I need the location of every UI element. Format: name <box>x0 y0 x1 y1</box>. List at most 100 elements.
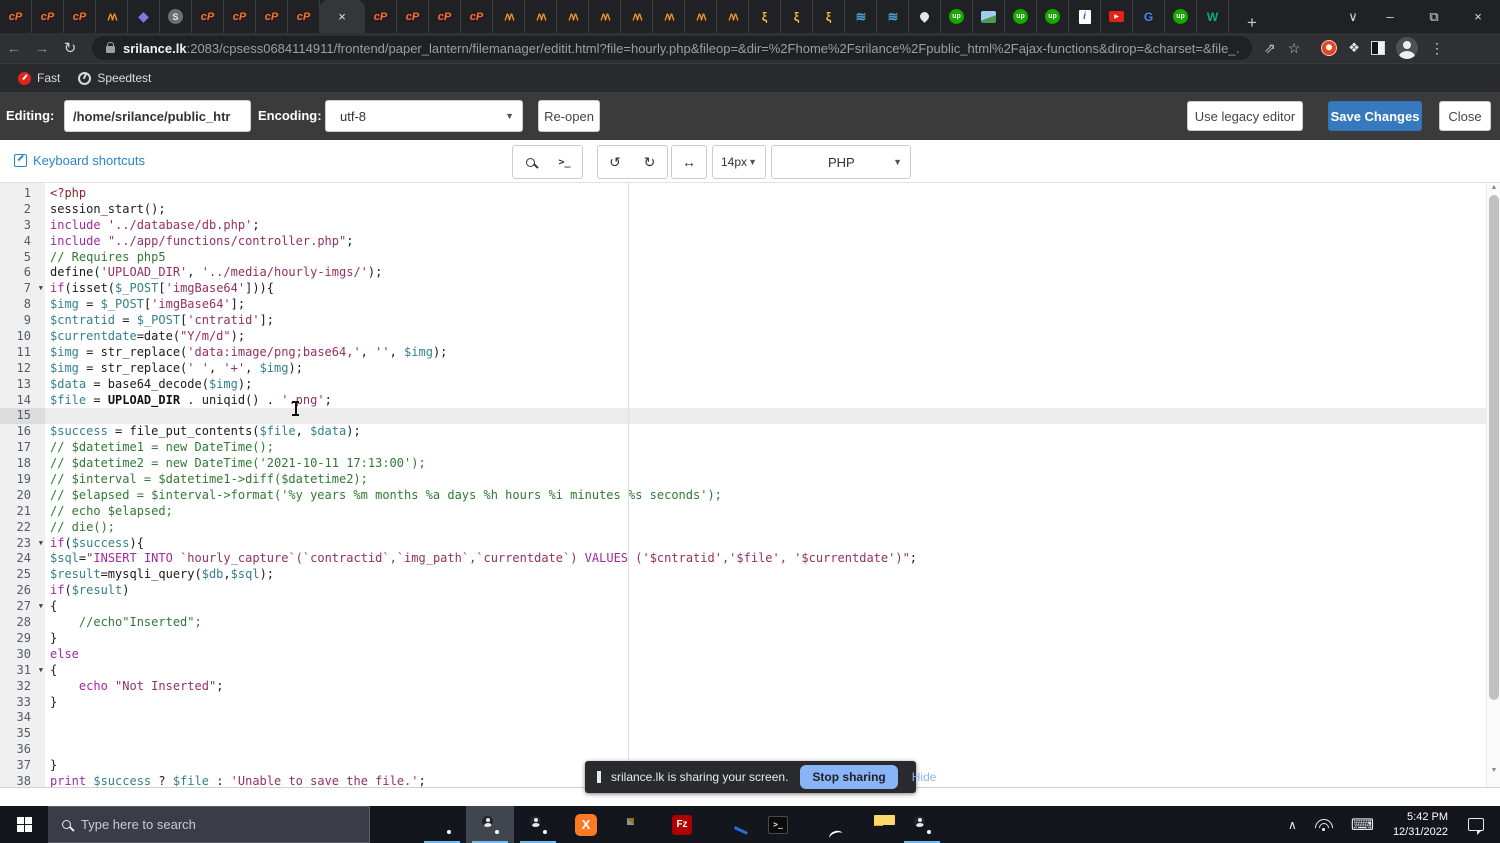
browser-tab[interactable]: cP <box>429 0 461 33</box>
code-line[interactable]: $cntratid = $_POST['cntratid']; <box>45 313 1486 329</box>
file-path-input[interactable] <box>64 100 251 132</box>
font-size-select[interactable]: 14px ▼ <box>712 145 766 179</box>
reload-button[interactable]: ↻ <box>56 39 84 57</box>
gutter-line-number[interactable]: 29 <box>0 631 45 647</box>
dark-mode-extension-icon[interactable] <box>1371 41 1385 55</box>
browser-tab-active[interactable]: × <box>319 0 365 33</box>
taskbar-app-chrome-profile[interactable] <box>514 806 562 843</box>
gutter-line-number[interactable]: 24 <box>0 551 45 567</box>
scroll-down-arrow-icon[interactable]: ▼ <box>1487 767 1500 774</box>
browser-tab[interactable]: ΛΛ <box>589 0 621 33</box>
browser-tab[interactable]: ΛΛ <box>685 0 717 33</box>
code-line[interactable] <box>45 742 1486 758</box>
browser-tab[interactable]: ΛΛ <box>653 0 685 33</box>
gutter-line-number[interactable]: 30 <box>0 647 45 663</box>
code-line[interactable]: // echo $elapsed; <box>45 504 1486 520</box>
browser-tab[interactable]: ΛΛ <box>557 0 589 33</box>
browser-tab[interactable]: cP <box>224 0 256 33</box>
gutter-line-number[interactable]: 36 <box>0 742 45 758</box>
gutter-line-number[interactable]: 25 <box>0 567 45 583</box>
browser-tab[interactable]: ▶ <box>1101 0 1133 33</box>
code-line[interactable]: $currentdate=date("Y/m/d"); <box>45 329 1486 345</box>
browser-tab[interactable]: ΛΛ <box>717 0 749 33</box>
taskbar-app-chrome-profile[interactable] <box>466 806 514 843</box>
scrollbar-thumb[interactable] <box>1489 195 1499 700</box>
gutter-line-number[interactable]: 3 <box>0 218 45 234</box>
gutter-line-number[interactable]: 14 <box>0 393 45 409</box>
code-editor[interactable]: 1234567▼891011121314151617181920212223▼2… <box>0 183 1500 788</box>
code-line[interactable]: { <box>45 663 1486 679</box>
gutter-line-number[interactable]: 18 <box>0 456 45 472</box>
url-text[interactable]: srilance.lk:2083/cpsess0684114911/fronte… <box>123 41 1240 56</box>
editor-scrollbar[interactable]: ▲ ▼ <box>1486 183 1500 788</box>
taskbar-app-chrome[interactable] <box>418 806 466 843</box>
gutter-line-number[interactable]: 26 <box>0 583 45 599</box>
code-line[interactable]: $file = UPLOAD_DIR . uniqid() . '.png'; <box>45 393 1486 409</box>
taskbar-app-orange-app[interactable] <box>802 806 850 843</box>
gutter-line-number[interactable]: 21 <box>0 504 45 520</box>
browser-tab[interactable]: S <box>160 0 192 33</box>
browser-tab[interactable] <box>909 0 941 33</box>
keyboard-icon[interactable]: ⌨ <box>1351 815 1374 835</box>
browser-tab[interactable]: cP <box>32 0 64 33</box>
window-minimize-button[interactable]: – <box>1368 0 1412 33</box>
code-line[interactable]: $result=mysqli_query($db,$sql); <box>45 567 1486 583</box>
taskbar-app-chrome-profile[interactable] <box>898 806 946 843</box>
code-line[interactable] <box>45 710 1486 726</box>
browser-tab[interactable]: ◆ <box>128 0 160 33</box>
tray-chevron-up-icon[interactable]: ∧ <box>1288 818 1297 832</box>
extensions-puzzle-icon[interactable]: ❖ <box>1348 40 1360 56</box>
editor-gutter[interactable]: 1234567▼891011121314151617181920212223▼2… <box>0 183 45 788</box>
taskbar-app-vscode[interactable] <box>370 806 418 843</box>
wifi-icon[interactable] <box>1315 818 1333 831</box>
code-line[interactable]: define('UPLOAD_DIR', '../media/hourly-im… <box>45 265 1486 281</box>
code-line[interactable]: session_start(); <box>45 202 1486 218</box>
gutter-line-number[interactable]: 37 <box>0 758 45 774</box>
gutter-line-number[interactable]: 19 <box>0 472 45 488</box>
browser-tab[interactable]: ΛΛ <box>96 0 128 33</box>
gutter-line-number[interactable]: 1 <box>0 186 45 202</box>
browser-tab[interactable]: ≋ <box>877 0 909 33</box>
browser-menu-icon[interactable]: ⋮ <box>1430 40 1444 57</box>
code-line[interactable]: include '../database/db.php'; <box>45 218 1486 234</box>
share-icon[interactable]: ⇗ <box>1264 40 1276 57</box>
gutter-line-number[interactable]: 9 <box>0 313 45 329</box>
fold-caret-icon[interactable]: ▼ <box>39 603 43 610</box>
code-line[interactable]: if($success){ <box>45 536 1486 552</box>
notification-center-icon[interactable] <box>1468 818 1484 831</box>
browser-tab[interactable]: cP <box>288 0 320 33</box>
gutter-line-number[interactable]: 13 <box>0 377 45 393</box>
gutter-line-number[interactable]: 28 <box>0 615 45 631</box>
code-line[interactable]: // Requires php5 <box>45 250 1486 266</box>
bookmark-speedtest[interactable]: Speedtest <box>78 71 151 85</box>
back-button[interactable]: ← <box>0 40 28 57</box>
taskbar-search-input[interactable] <box>81 817 331 832</box>
taskbar-app-xampp[interactable]: X <box>562 806 610 843</box>
gutter-line-number[interactable]: 35 <box>0 726 45 742</box>
window-close-button[interactable]: × <box>1456 0 1500 33</box>
fold-caret-icon[interactable]: ▼ <box>39 285 43 292</box>
taskbar-app-file-explorer[interactable] <box>850 806 898 843</box>
word-wrap-button[interactable]: ↔ <box>671 145 707 179</box>
gutter-line-number[interactable]: 33 <box>0 695 45 711</box>
bookmark-fast[interactable]: Fast <box>18 71 60 85</box>
browser-tab[interactable]: up <box>1165 0 1197 33</box>
fold-caret-icon[interactable]: ▼ <box>39 540 43 547</box>
close-editor-button[interactable]: Close <box>1439 101 1491 131</box>
ssl-lock-icon[interactable] <box>106 46 115 53</box>
taskbar-search-box[interactable] <box>48 806 370 843</box>
browser-tab[interactable]: i <box>1069 0 1101 33</box>
code-line[interactable]: include "../app/functions/controller.php… <box>45 234 1486 250</box>
use-legacy-editor-button[interactable]: Use legacy editor <box>1187 101 1303 131</box>
code-line[interactable]: else <box>45 647 1486 663</box>
gutter-line-number[interactable]: 2 <box>0 202 45 218</box>
code-line[interactable]: $img = $_POST['imgBase64']; <box>45 297 1486 313</box>
code-line[interactable]: { <box>45 599 1486 615</box>
extension-orange-icon[interactable] <box>1321 40 1337 56</box>
reopen-button[interactable]: Re-open <box>538 100 600 132</box>
browser-tab[interactable]: cP <box>256 0 288 33</box>
browser-tab[interactable]: ΛΛ <box>621 0 653 33</box>
code-line[interactable] <box>45 408 1486 424</box>
forward-button[interactable]: → <box>28 40 56 57</box>
taskbar-app-terminal[interactable]: >_ <box>754 806 802 843</box>
